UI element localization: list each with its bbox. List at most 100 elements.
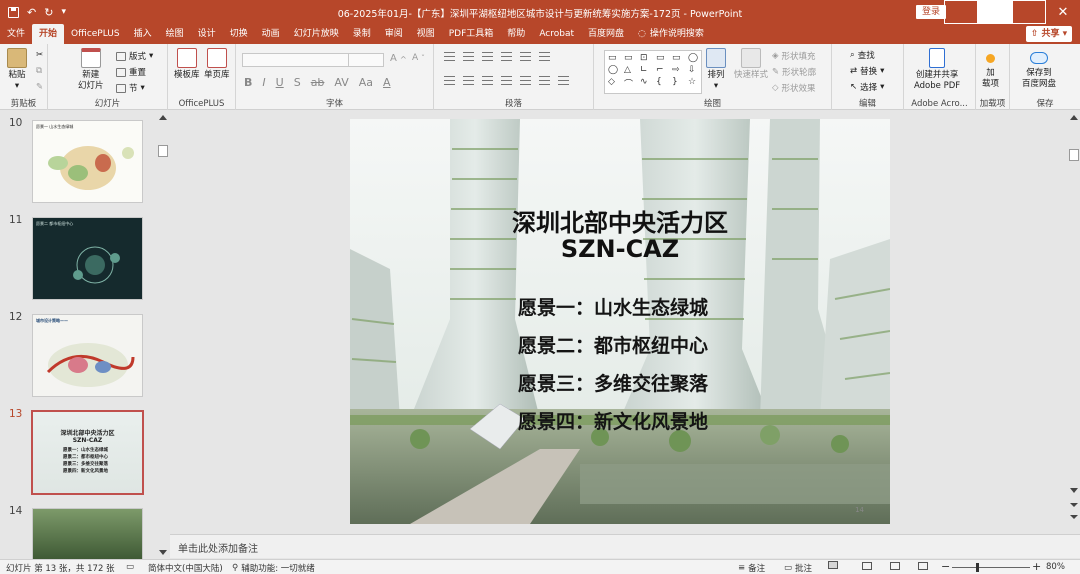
increase-indent-icon[interactable] (501, 52, 512, 61)
accessibility-status[interactable]: ⚲ 辅助功能: 一切就绪 (232, 562, 315, 574)
find-button[interactable]: ⌕ 查找 (850, 49, 875, 61)
tab-help[interactable]: 帮助 (500, 24, 532, 44)
copy-icon[interactable]: ⧉ (36, 66, 42, 76)
ribbon-display-options-button[interactable] (944, 0, 978, 24)
undo-icon[interactable]: ↶ (27, 6, 36, 19)
text-direction-icon[interactable] (539, 52, 550, 61)
shapes-gallery[interactable]: ▭ ▭ ⊡ ▭ ▭ ◯ ◯ △ ∟ ⌐ ⇨ ⇩ ◇ ⌒ ∿{} ☆ (604, 50, 702, 94)
notes-pane[interactable]: 单击此处添加备注 (170, 534, 1080, 558)
scrollbar-thumb[interactable] (1069, 149, 1079, 161)
align-left-icon[interactable] (444, 76, 455, 85)
format-painter-icon[interactable]: ✎ (36, 82, 43, 92)
tab-home[interactable]: 开始 (32, 24, 65, 44)
scroll-down-icon[interactable] (1070, 488, 1078, 493)
zoom-slider[interactable] (952, 567, 1030, 568)
slide-thumbnail-13[interactable]: 深圳北部中央活力区 SZN-CAZ 愿景一：山水生态绿城 愿景二：都市枢纽中心 … (31, 410, 144, 495)
tab-officeplus[interactable]: OfficePLUS (64, 24, 127, 44)
arrange-button[interactable]: 排列 ▾ (706, 48, 726, 92)
change-case-icon[interactable]: Aa (359, 76, 373, 89)
reset-button[interactable]: 重置 (116, 66, 146, 78)
language-indicator[interactable]: 简体中文(中国大陆) (148, 562, 223, 574)
notes-toggle[interactable]: ≡ 备注 (738, 562, 765, 574)
justify-icon[interactable] (501, 76, 512, 85)
shape-outline-button[interactable]: ✎ 形状轮廓 (772, 66, 816, 78)
minimize-button[interactable] (978, 0, 1012, 24)
tab-insert[interactable]: 插入 (127, 24, 159, 44)
zoom-level[interactable]: 80% (1046, 562, 1065, 572)
font-color-icon[interactable]: A (383, 76, 391, 89)
character-spacing-icon[interactable]: AV (334, 76, 348, 89)
numbering-icon[interactable] (463, 52, 474, 61)
current-slide[interactable]: 深圳北部中央活力区 SZN-CAZ 愿景一：山水生态绿城 愿景二：都市枢纽中心 … (350, 119, 890, 524)
tab-baidu-netdisk[interactable]: 百度网盘 (581, 24, 631, 44)
align-center-icon[interactable] (463, 76, 474, 85)
redo-icon[interactable]: ↻ (44, 6, 53, 19)
slide-title[interactable]: 深圳北部中央活力区 (350, 203, 890, 238)
font-size-combobox[interactable] (348, 53, 384, 67)
scroll-up-icon[interactable] (159, 115, 167, 120)
customize-qat-icon[interactable]: ▾ (61, 7, 66, 17)
vision-line-3[interactable]: 愿景三：多维交往聚落 (518, 369, 708, 396)
vision-line-2[interactable]: 愿景二：都市枢纽中心 (518, 331, 708, 358)
cut-icon[interactable]: ✂ (36, 50, 43, 60)
tab-review[interactable]: 审阅 (378, 24, 410, 44)
slide-subtitle[interactable]: SZN-CAZ (350, 235, 890, 263)
align-right-icon[interactable] (482, 76, 493, 85)
maximize-button[interactable] (1012, 0, 1046, 24)
next-slide-icon[interactable] (1070, 503, 1078, 507)
tell-me-search[interactable]: ◌ 操作说明搜索 (631, 24, 711, 44)
underline-icon[interactable]: U (276, 76, 284, 89)
shadow-icon[interactable]: S (294, 76, 301, 89)
paste-button[interactable]: 粘贴 ▾ (7, 48, 27, 92)
new-slide-button[interactable]: 新建 幻灯片 (78, 48, 104, 92)
slideshow-button[interactable] (918, 562, 928, 570)
scroll-up-icon[interactable] (1070, 115, 1078, 120)
vision-line-1[interactable]: 愿景一：山水生态绿城 (518, 293, 708, 320)
tab-slideshow[interactable]: 幻灯片放映 (287, 24, 346, 44)
tab-draw[interactable]: 绘图 (159, 24, 191, 44)
line-spacing-icon[interactable] (520, 52, 531, 61)
editor-scrollbar[interactable] (1068, 111, 1080, 534)
slide-sorter-button[interactable] (862, 562, 872, 570)
login-button[interactable]: 登录 (916, 5, 946, 19)
replace-button[interactable]: ⇄ 替换 ▾ (850, 65, 884, 77)
bold-icon[interactable]: B (244, 76, 252, 89)
quick-styles-button[interactable]: 快速样式 (734, 48, 768, 81)
slide-thumbnail-11[interactable]: 愿景二 都市枢纽中心 (32, 217, 143, 300)
slide-thumbnail-10[interactable]: 愿景一 山水生态绿城 (32, 120, 143, 203)
shape-fill-button[interactable]: ◈ 形状填充 (772, 50, 816, 62)
layout-button[interactable]: 版式 ▾ (116, 50, 153, 62)
reading-view-button[interactable] (890, 562, 900, 570)
select-button[interactable]: ↖ 选择 ▾ (850, 81, 884, 93)
slide-thumbnail-14[interactable] (32, 508, 143, 560)
thumbnail-scrollbar[interactable] (157, 111, 169, 559)
scrollbar-thumb[interactable] (158, 145, 168, 157)
tab-record[interactable]: 录制 (346, 24, 378, 44)
shape-effects-button[interactable]: ◇ 形状效果 (772, 82, 816, 94)
strikethrough-icon[interactable]: ab (311, 76, 325, 89)
tab-design[interactable]: 设计 (191, 24, 223, 44)
vision-line-4[interactable]: 愿景四：新文化风景地 (518, 407, 708, 434)
addins-button[interactable]: 加 载项 (982, 48, 999, 90)
zoom-out-button[interactable]: − (941, 560, 950, 573)
tab-transitions[interactable]: 切换 (223, 24, 255, 44)
spellcheck-icon[interactable]: ▭ (126, 562, 136, 572)
single-page-library-button[interactable]: 单页库 (204, 48, 230, 81)
slide-thumbnail-12[interactable]: 城市设计策略—— (32, 314, 143, 397)
bullets-icon[interactable] (444, 52, 455, 61)
tab-view[interactable]: 视图 (410, 24, 442, 44)
template-library-button[interactable]: 模板库 (174, 48, 200, 81)
save-to-baidu-button[interactable]: 保存到 百度网盘 (1022, 48, 1056, 90)
share-button[interactable]: ⇧ 共享 ▾ (1026, 26, 1072, 42)
tab-pdf-toolbox[interactable]: PDF工具箱 (442, 24, 501, 44)
columns-icon[interactable] (539, 76, 550, 85)
decrease-font-size-icon[interactable]: Aˇ (412, 53, 425, 63)
scroll-down-icon[interactable] (159, 550, 167, 555)
align-text-icon[interactable] (558, 76, 569, 85)
section-button[interactable]: 节 ▾ (116, 82, 145, 94)
italic-icon[interactable]: I (262, 76, 265, 89)
zoom-in-button[interactable]: + (1032, 560, 1041, 573)
normal-view-button[interactable] (828, 561, 838, 569)
increase-font-size-icon[interactable]: A ^ (390, 53, 407, 64)
decrease-indent-icon[interactable] (482, 52, 493, 61)
